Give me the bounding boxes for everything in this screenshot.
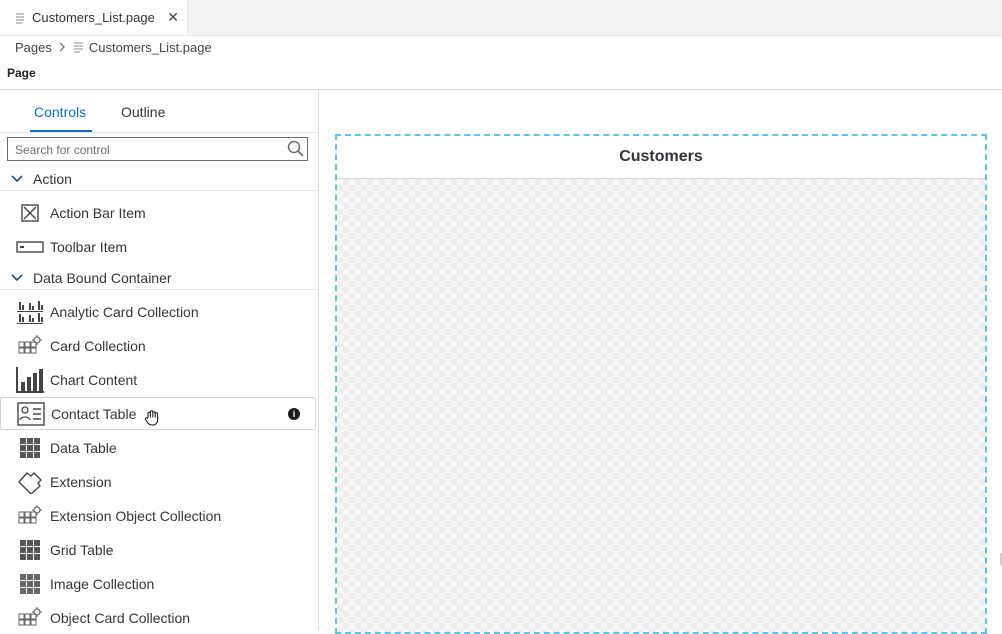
file-lines-icon: [73, 42, 83, 52]
tab-customers-list-page[interactable]: Customers_List.page ✕: [0, 0, 188, 35]
chart-content-icon: [15, 366, 45, 393]
control-label: Object Card Collection: [50, 609, 191, 626]
object-card-collection-icon: [15, 605, 45, 631]
page-canvas: Customers: [319, 90, 1002, 634]
search-control-box: [7, 137, 308, 161]
analytic-card-collection-icon: [15, 299, 45, 325]
control-extension[interactable]: Extension: [0, 465, 316, 498]
control-label: Card Collection: [50, 337, 146, 354]
page-section-label: Page: [7, 66, 36, 80]
contact-table-icon: [16, 401, 46, 427]
data-table-icon: [15, 435, 45, 461]
action-bar-item-icon: [15, 200, 45, 226]
control-extension-object-collection[interactable]: Extension Object Collection: [0, 499, 316, 532]
control-label: Extension: [50, 473, 112, 490]
grid-table-icon: [15, 537, 45, 563]
breadcrumb-current: Customers_List.page: [88, 39, 212, 55]
breadcrumb-pages-link[interactable]: Pages: [15, 40, 52, 55]
control-chart-content[interactable]: Chart Content: [0, 363, 316, 396]
search-input[interactable]: [13, 139, 287, 161]
control-object-card-collection[interactable]: Object Card Collection: [0, 601, 316, 634]
controls-panel: Controls Outline Action Action Bar Item …: [0, 90, 319, 630]
editor-tab-bar: Customers_List.page ✕: [0, 0, 1002, 36]
control-label: Chart Content: [50, 371, 138, 388]
tab-controls[interactable]: Controls: [34, 104, 86, 120]
extension-icon: [15, 469, 45, 495]
close-tab-icon[interactable]: ✕: [167, 9, 179, 25]
control-label: Extension Object Collection: [50, 507, 222, 524]
card-collection-icon: [15, 333, 45, 359]
control-action-bar-item[interactable]: Action Bar Item: [0, 196, 316, 229]
search-icon[interactable]: [287, 140, 304, 157]
drop-zone[interactable]: [337, 179, 985, 632]
control-label: Action Bar Item: [50, 204, 146, 221]
control-data-table[interactable]: Data Table: [0, 431, 316, 464]
chevron-down-icon: [11, 174, 23, 182]
image-collection-icon: [15, 571, 45, 597]
tab-label: Customers_List.page: [32, 10, 155, 25]
control-label: Toolbar Item: [50, 238, 128, 255]
page-title: Customers: [337, 136, 985, 179]
info-icon[interactable]: i: [288, 408, 300, 420]
control-label: Data Table: [50, 439, 117, 456]
group-action[interactable]: Action: [0, 167, 318, 191]
control-image-collection[interactable]: Image Collection: [0, 567, 316, 600]
chevron-right-icon: [59, 42, 65, 52]
extension-object-collection-icon: [15, 503, 45, 529]
tab-outline[interactable]: Outline: [121, 104, 165, 120]
page-preview-frame[interactable]: Customers: [335, 134, 987, 634]
control-card-collection[interactable]: Card Collection: [0, 329, 316, 362]
group-label: Data Bound Container: [33, 269, 172, 286]
hand-cursor-icon: [144, 410, 159, 426]
toolbar-item-icon: [15, 234, 45, 260]
tab-divider: [0, 132, 318, 133]
file-lines-icon: [16, 13, 24, 23]
control-label: Analytic Card Collection: [50, 303, 199, 320]
control-toolbar-item[interactable]: Toolbar Item: [0, 230, 316, 263]
chevron-down-icon: [11, 273, 23, 281]
group-label: Action: [33, 170, 72, 187]
control-label: Image Collection: [50, 575, 155, 592]
control-label: Grid Table: [50, 541, 114, 558]
control-analytic-card-collection[interactable]: Analytic Card Collection: [0, 295, 316, 328]
group-data-bound-container[interactable]: Data Bound Container: [0, 266, 318, 290]
control-grid-table[interactable]: Grid Table: [0, 533, 316, 566]
control-label: Contact Table: [51, 405, 137, 422]
breadcrumb: Pages Customers_List.page: [15, 39, 212, 55]
